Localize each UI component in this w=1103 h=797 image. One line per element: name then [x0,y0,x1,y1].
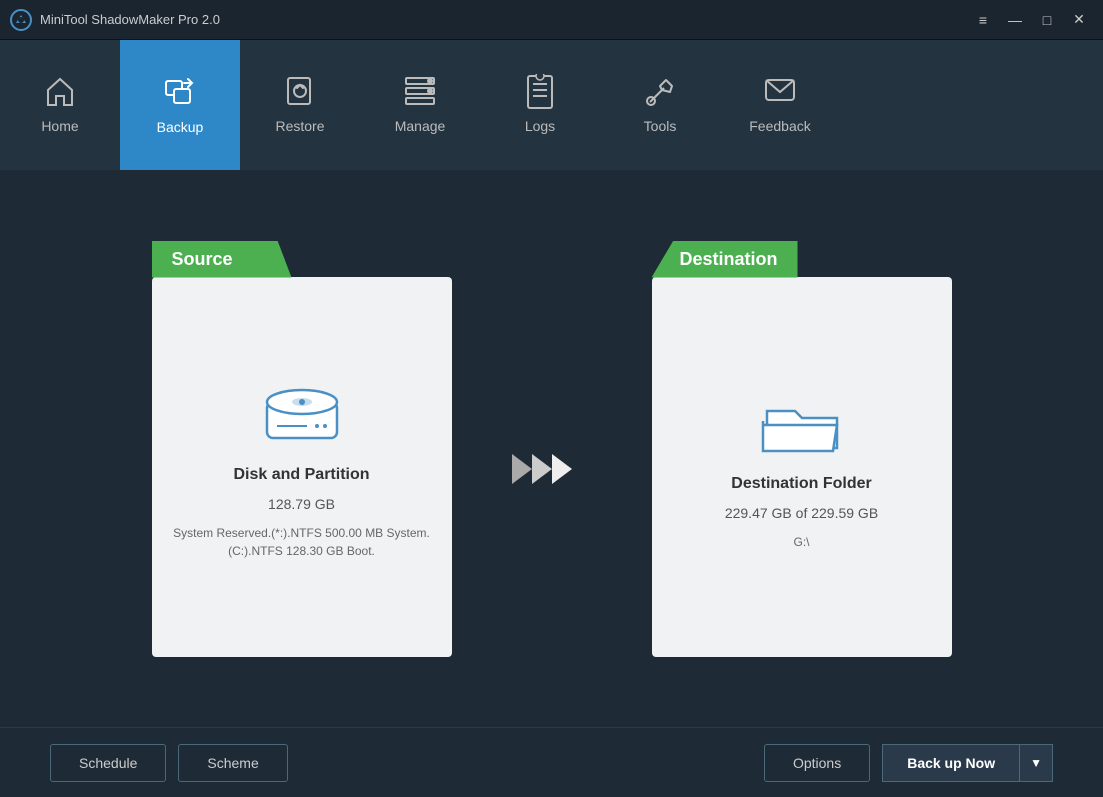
folder-icon [757,383,847,463]
source-title: Disk and Partition [233,466,369,484]
footer-right: Options Back up Now ▼ [764,744,1053,782]
logs-icon [522,74,558,110]
arrow-section [512,404,592,494]
nav-home[interactable]: Home [0,40,120,170]
title-bar: MiniTool ShadowMaker Pro 2.0 ≡ — □ ✕ [0,0,1103,40]
nav-restore[interactable]: Restore [240,40,360,170]
source-size: 128.79 GB [268,496,335,512]
backup-dropdown-button[interactable]: ▼ [1020,744,1053,782]
tools-icon [642,74,678,110]
nav-restore-label: Restore [275,118,324,134]
manage-icon [402,74,438,110]
footer: Schedule Scheme Options Back up Now ▼ [0,727,1103,797]
backup-now-button[interactable]: Back up Now [882,744,1020,782]
nav-feedback-label: Feedback [749,118,810,134]
feedback-icon [762,74,798,110]
destination-section: Destination Destination Folder 229.47 GB… [652,241,952,657]
nav-bar: Home Backup Restore Manage [0,40,1103,170]
close-button[interactable]: ✕ [1065,9,1093,31]
source-label: Source [152,241,292,278]
maximize-button[interactable]: □ [1033,9,1061,31]
scheme-button[interactable]: Scheme [178,744,287,782]
minimize-button[interactable]: — [1001,9,1029,31]
menu-button[interactable]: ≡ [969,9,997,31]
destination-card[interactable]: Destination Folder 229.47 GB of 229.59 G… [652,277,952,657]
nav-home-label: Home [41,118,78,134]
schedule-button[interactable]: Schedule [50,744,166,782]
backup-button-group: Back up Now ▼ [882,744,1053,782]
nav-manage[interactable]: Manage [360,40,480,170]
title-bar-left: MiniTool ShadowMaker Pro 2.0 [10,9,220,31]
main-content: Source Disk and Partition 128.79 GB Syst… [0,170,1103,727]
app-title: MiniTool ShadowMaker Pro 2.0 [40,12,220,27]
nav-feedback[interactable]: Feedback [720,40,840,170]
source-section: Source Disk and Partition 128.79 GB Syst… [152,241,452,657]
source-description: System Reserved.(*:).NTFS 500.00 MB Syst… [173,524,430,560]
nav-tools[interactable]: Tools [600,40,720,170]
nav-backup[interactable]: Backup [120,40,240,170]
nav-logs[interactable]: Logs [480,40,600,170]
title-bar-controls: ≡ — □ ✕ [969,9,1093,31]
backup-icon [162,75,198,111]
disk-icon [257,374,347,454]
destination-space: 229.47 GB of 229.59 GB [725,505,878,521]
destination-label: Destination [652,241,798,278]
app-logo-icon [10,9,32,31]
forward-arrows-icon [512,444,592,494]
nav-backup-label: Backup [157,119,204,135]
nav-tools-label: Tools [644,118,677,134]
home-icon [42,74,78,110]
options-button[interactable]: Options [764,744,870,782]
nav-manage-label: Manage [395,118,446,134]
destination-title: Destination Folder [731,475,871,493]
footer-left: Schedule Scheme [50,744,288,782]
source-card[interactable]: Disk and Partition 128.79 GB System Rese… [152,277,452,657]
nav-logs-label: Logs [525,118,555,134]
destination-path: G:\ [793,533,809,551]
restore-icon [282,74,318,110]
